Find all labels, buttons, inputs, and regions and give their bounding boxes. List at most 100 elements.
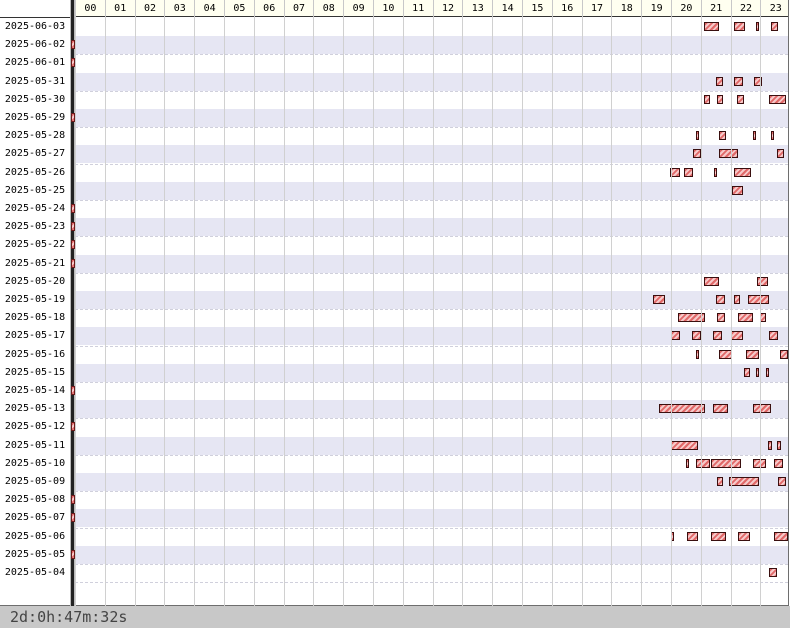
activity-bar[interactable] [711, 531, 727, 541]
activity-bar[interactable] [744, 367, 750, 377]
hour-label: 20 [671, 0, 701, 17]
activity-bar[interactable] [703, 94, 710, 104]
activity-bar[interactable] [684, 167, 694, 177]
hour-label: 19 [641, 0, 671, 17]
activity-bar[interactable] [730, 331, 743, 341]
activity-bar[interactable] [769, 94, 786, 104]
activity-bar[interactable] [732, 185, 743, 195]
hour-gridline [432, 17, 434, 606]
hour-gridline [760, 17, 762, 606]
hour-label: 09 [343, 0, 373, 17]
hour-label: 04 [194, 0, 224, 17]
activity-bar[interactable] [755, 22, 759, 31]
activity-bar[interactable] [779, 349, 788, 359]
date-label: 2025-05-29 [4, 111, 66, 123]
date-label: 2025-05-16 [4, 348, 66, 360]
activity-bar[interactable] [696, 349, 700, 359]
activity-bar[interactable] [770, 131, 774, 141]
day-row [75, 18, 788, 36]
date-label: 2025-05-07 [4, 512, 66, 524]
activity-bar[interactable] [687, 531, 698, 541]
activity-bar[interactable] [659, 404, 706, 414]
hour-gridline [313, 17, 315, 606]
hour-gridline [581, 17, 583, 606]
activity-bar[interactable] [693, 149, 701, 159]
date-label: 2025-06-01 [4, 57, 66, 69]
date-label: 2025-05-17 [4, 330, 66, 342]
hour-label: 08 [313, 0, 343, 17]
hour-gridline [134, 17, 136, 606]
hour-gridline [253, 17, 255, 606]
hour-label: 06 [253, 0, 284, 17]
day-row [75, 254, 788, 273]
activity-bar[interactable] [752, 131, 756, 141]
hour-label: 10 [373, 0, 403, 17]
activity-bar[interactable] [733, 76, 743, 86]
day-row [75, 472, 788, 492]
activity-bar[interactable] [733, 167, 752, 177]
activity-bar[interactable] [703, 276, 719, 286]
activity-bar[interactable] [715, 76, 724, 86]
day-row [75, 54, 788, 72]
day-row [75, 327, 788, 346]
hour-label: 23 [760, 0, 790, 17]
date-label: 2025-05-31 [4, 75, 66, 87]
activity-bar[interactable] [778, 477, 786, 486]
activity-bar[interactable] [671, 331, 680, 341]
activity-bar[interactable] [696, 458, 710, 468]
activity-bar[interactable] [717, 313, 725, 323]
hour-gridline [104, 17, 106, 606]
activity-bar[interactable] [714, 167, 718, 177]
activity-bar[interactable] [715, 295, 725, 304]
date-label: 2025-05-12 [4, 421, 66, 433]
activity-bar[interactable] [773, 531, 788, 541]
activity-bar[interactable] [703, 22, 719, 31]
activity-bar[interactable] [773, 458, 783, 468]
activity-bar[interactable] [770, 22, 779, 31]
date-label: 2025-05-28 [4, 130, 66, 142]
activity-bar[interactable] [748, 295, 770, 304]
activity-bar[interactable] [776, 440, 782, 450]
activity-bar[interactable] [752, 404, 771, 414]
day-row [75, 108, 788, 128]
activity-bar[interactable] [712, 404, 728, 414]
day-row [75, 36, 788, 55]
date-label: 2025-05-09 [4, 475, 66, 487]
activity-bar[interactable] [718, 149, 739, 159]
date-label: 2025-05-04 [4, 566, 66, 578]
hour-label: 17 [581, 0, 612, 17]
date-label: 2025-05-14 [4, 384, 66, 396]
activity-bar[interactable] [767, 440, 773, 450]
date-label: 2025-06-02 [4, 39, 66, 51]
activity-bar[interactable] [685, 458, 689, 468]
activity-bar[interactable] [729, 477, 759, 486]
activity-bar[interactable] [733, 295, 740, 304]
day-row [75, 164, 788, 182]
activity-bar[interactable] [776, 149, 785, 159]
activity-bar[interactable] [712, 331, 722, 341]
hour-label: 13 [462, 0, 492, 17]
activity-bar[interactable] [691, 331, 701, 341]
hour-gridline [611, 17, 613, 606]
date-label: 2025-05-10 [4, 457, 66, 469]
activity-bar[interactable] [717, 477, 724, 486]
date-label: 2025-05-27 [4, 148, 66, 160]
activity-bar[interactable] [718, 131, 727, 141]
activity-bar[interactable] [755, 367, 759, 377]
activity-bar[interactable] [738, 531, 750, 541]
activity-bar[interactable] [653, 295, 666, 304]
activity-bar[interactable] [711, 458, 742, 468]
activity-bar[interactable] [717, 94, 724, 104]
activity-bar[interactable] [733, 22, 746, 31]
activity-bar[interactable] [736, 94, 744, 104]
activity-bar[interactable] [766, 367, 770, 377]
activity-bar[interactable] [696, 131, 700, 141]
activity-bar[interactable] [769, 568, 777, 577]
activity-bar[interactable] [745, 349, 759, 359]
hour-label: 07 [283, 0, 314, 17]
activity-bar[interactable] [757, 276, 768, 286]
activity-bar[interactable] [769, 331, 779, 341]
activity-bar[interactable] [738, 313, 753, 323]
activity-bar[interactable] [671, 440, 698, 450]
date-label: 2025-05-08 [4, 494, 66, 506]
